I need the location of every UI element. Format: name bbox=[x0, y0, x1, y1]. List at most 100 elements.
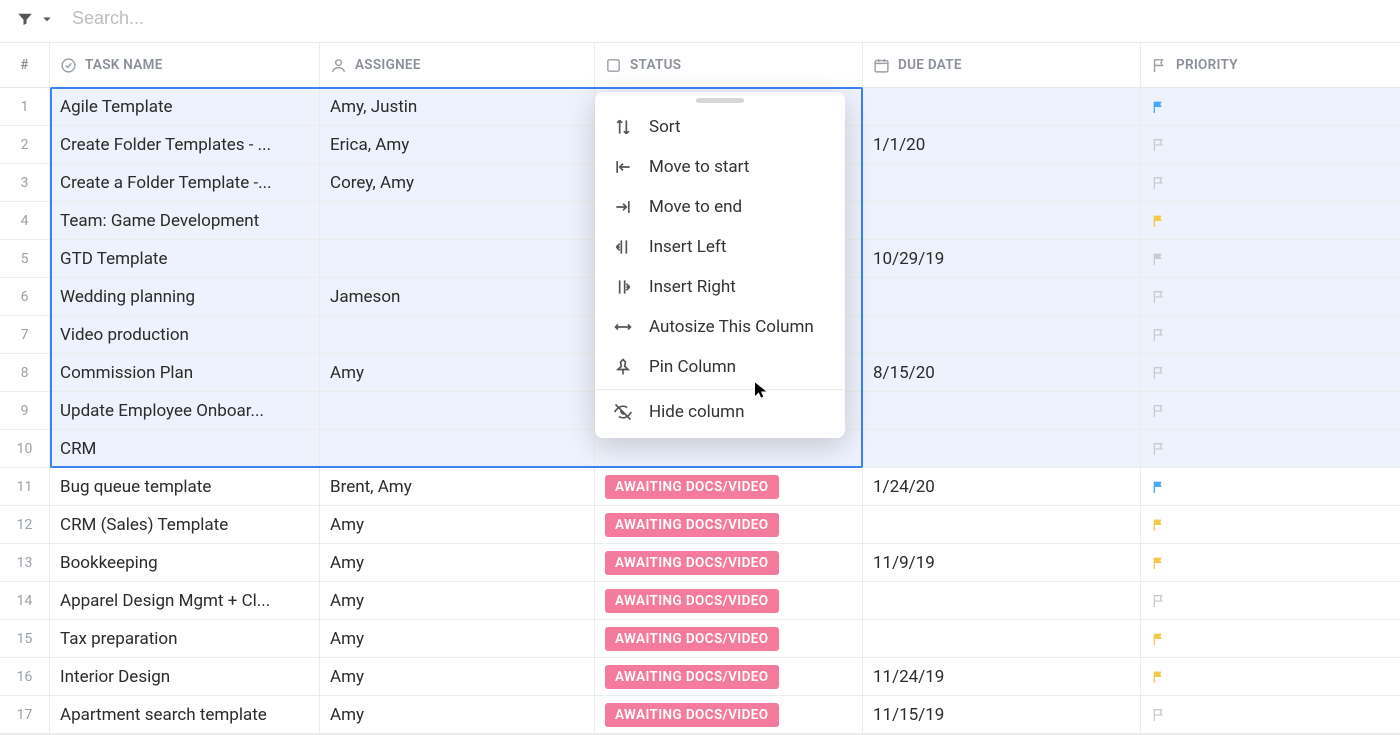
cell-due-date[interactable] bbox=[863, 202, 1141, 240]
cell-due-date[interactable]: 11/9/19 bbox=[863, 544, 1141, 582]
cell-assignee[interactable]: Corey, Amy bbox=[320, 164, 595, 202]
cell-due-date[interactable] bbox=[863, 430, 1141, 468]
cell-due-date[interactable] bbox=[863, 506, 1141, 544]
hide-icon bbox=[613, 402, 633, 422]
cell-due-date[interactable] bbox=[863, 620, 1141, 658]
cell-due-date[interactable]: 11/15/19 bbox=[863, 696, 1141, 734]
cell-task-name[interactable]: Bug queue template bbox=[50, 468, 320, 506]
cell-assignee[interactable]: Amy bbox=[320, 658, 595, 696]
cell-due-date[interactable]: 1/24/20 bbox=[863, 468, 1141, 506]
cell-assignee[interactable]: Amy bbox=[320, 696, 595, 734]
cell-status[interactable]: AWAITING DOCS/VIDEO bbox=[595, 468, 863, 506]
cell-task-name[interactable]: Apartment search template bbox=[50, 696, 320, 734]
menu-insert-left[interactable]: Insert Left bbox=[595, 227, 845, 267]
cell-assignee[interactable]: Jameson bbox=[320, 278, 595, 316]
cell-task-name[interactable]: Commission Plan bbox=[50, 354, 320, 392]
cell-due-date[interactable] bbox=[863, 582, 1141, 620]
cell-task-name[interactable]: CRM bbox=[50, 430, 320, 468]
cell-priority[interactable] bbox=[1141, 582, 1400, 620]
cell-priority[interactable] bbox=[1141, 88, 1400, 126]
cell-status[interactable]: AWAITING DOCS/VIDEO bbox=[595, 544, 863, 582]
cell-task-name[interactable]: Team: Game Development bbox=[50, 202, 320, 240]
cell-priority[interactable] bbox=[1141, 658, 1400, 696]
table-row[interactable]: 14Apparel Design Mgmt + Cl...AmyAWAITING… bbox=[0, 582, 1400, 620]
cell-assignee[interactable]: Amy, Justin bbox=[320, 88, 595, 126]
cell-priority[interactable] bbox=[1141, 164, 1400, 202]
cell-assignee[interactable] bbox=[320, 202, 595, 240]
header-assignee[interactable]: ASSIGNEE bbox=[320, 43, 595, 88]
drag-handle[interactable] bbox=[696, 98, 744, 103]
menu-sort[interactable]: Sort bbox=[595, 107, 845, 147]
cell-assignee[interactable]: Amy bbox=[320, 506, 595, 544]
cell-assignee[interactable] bbox=[320, 316, 595, 354]
cell-due-date[interactable]: 8/15/20 bbox=[863, 354, 1141, 392]
cell-assignee[interactable]: Brent, Amy bbox=[320, 468, 595, 506]
table-row[interactable]: 12CRM (Sales) TemplateAmyAWAITING DOCS/V… bbox=[0, 506, 1400, 544]
cell-task-name[interactable]: GTD Template bbox=[50, 240, 320, 278]
menu-pin[interactable]: Pin Column bbox=[595, 347, 845, 387]
cell-priority[interactable] bbox=[1141, 620, 1400, 658]
cell-task-name[interactable]: Create a Folder Template -... bbox=[50, 164, 320, 202]
cell-assignee[interactable]: Amy bbox=[320, 544, 595, 582]
cell-task-name[interactable]: Apparel Design Mgmt + Cl... bbox=[50, 582, 320, 620]
menu-move-end[interactable]: Move to end bbox=[595, 187, 845, 227]
cell-priority[interactable] bbox=[1141, 354, 1400, 392]
cell-priority[interactable] bbox=[1141, 544, 1400, 582]
cell-task-name[interactable]: Tax preparation bbox=[50, 620, 320, 658]
cell-task-name[interactable]: Interior Design bbox=[50, 658, 320, 696]
cell-task-name[interactable]: Wedding planning bbox=[50, 278, 320, 316]
cell-status[interactable]: AWAITING DOCS/VIDEO bbox=[595, 696, 863, 734]
header-number[interactable]: # bbox=[0, 43, 50, 88]
cell-status[interactable]: AWAITING DOCS/VIDEO bbox=[595, 582, 863, 620]
cell-due-date[interactable] bbox=[863, 88, 1141, 126]
cell-due-date[interactable] bbox=[863, 392, 1141, 430]
table-row[interactable]: 11Bug queue templateBrent, AmyAWAITING D… bbox=[0, 468, 1400, 506]
cell-status[interactable]: AWAITING DOCS/VIDEO bbox=[595, 620, 863, 658]
header-priority[interactable]: PRIORITY bbox=[1141, 43, 1400, 88]
cell-task-name[interactable]: Agile Template bbox=[50, 88, 320, 126]
cell-priority[interactable] bbox=[1141, 316, 1400, 354]
cell-due-date[interactable]: 10/29/19 bbox=[863, 240, 1141, 278]
table-row[interactable]: 15Tax preparationAmyAWAITING DOCS/VIDEO bbox=[0, 620, 1400, 658]
cell-priority[interactable] bbox=[1141, 392, 1400, 430]
cell-task-name[interactable]: CRM (Sales) Template bbox=[50, 506, 320, 544]
table-row[interactable]: 16Interior DesignAmyAWAITING DOCS/VIDEO1… bbox=[0, 658, 1400, 696]
search-input[interactable] bbox=[62, 2, 462, 35]
table-row[interactable]: 13BookkeepingAmyAWAITING DOCS/VIDEO11/9/… bbox=[0, 544, 1400, 582]
table-row[interactable]: 17Apartment search templateAmyAWAITING D… bbox=[0, 696, 1400, 734]
cell-priority[interactable] bbox=[1141, 202, 1400, 240]
cell-priority[interactable] bbox=[1141, 126, 1400, 164]
cell-task-name[interactable]: Bookkeeping bbox=[50, 544, 320, 582]
cell-assignee[interactable]: Amy bbox=[320, 582, 595, 620]
header-due-date[interactable]: DUE DATE bbox=[863, 43, 1141, 88]
cell-due-date[interactable]: 11/24/19 bbox=[863, 658, 1141, 696]
header-status[interactable]: STATUS bbox=[595, 43, 863, 88]
menu-move-start[interactable]: Move to start bbox=[595, 147, 845, 187]
cell-assignee[interactable]: Amy bbox=[320, 354, 595, 392]
cell-priority[interactable] bbox=[1141, 278, 1400, 316]
cell-task-name[interactable]: Create Folder Templates - ... bbox=[50, 126, 320, 164]
cell-assignee[interactable]: Amy bbox=[320, 620, 595, 658]
cell-priority[interactable] bbox=[1141, 430, 1400, 468]
cell-due-date[interactable] bbox=[863, 316, 1141, 354]
filter-button[interactable] bbox=[10, 6, 62, 32]
cell-task-name[interactable]: Video production bbox=[50, 316, 320, 354]
cell-due-date[interactable]: 1/1/20 bbox=[863, 126, 1141, 164]
menu-hide[interactable]: Hide column bbox=[595, 392, 845, 432]
cell-priority[interactable] bbox=[1141, 468, 1400, 506]
cell-due-date[interactable] bbox=[863, 164, 1141, 202]
cell-priority[interactable] bbox=[1141, 506, 1400, 544]
cell-task-name[interactable]: Update Employee Onboar... bbox=[50, 392, 320, 430]
cell-priority[interactable] bbox=[1141, 696, 1400, 734]
cell-assignee[interactable] bbox=[320, 240, 595, 278]
cell-due-date[interactable] bbox=[863, 278, 1141, 316]
menu-insert-right[interactable]: Insert Right bbox=[595, 267, 845, 307]
cell-assignee[interactable] bbox=[320, 392, 595, 430]
header-task-name[interactable]: TASK NAME bbox=[50, 43, 320, 88]
cell-status[interactable]: AWAITING DOCS/VIDEO bbox=[595, 658, 863, 696]
cell-assignee[interactable]: Erica, Amy bbox=[320, 126, 595, 164]
cell-priority[interactable] bbox=[1141, 240, 1400, 278]
cell-status[interactable]: AWAITING DOCS/VIDEO bbox=[595, 506, 863, 544]
menu-autosize[interactable]: Autosize This Column bbox=[595, 307, 845, 347]
cell-assignee[interactable] bbox=[320, 430, 595, 468]
